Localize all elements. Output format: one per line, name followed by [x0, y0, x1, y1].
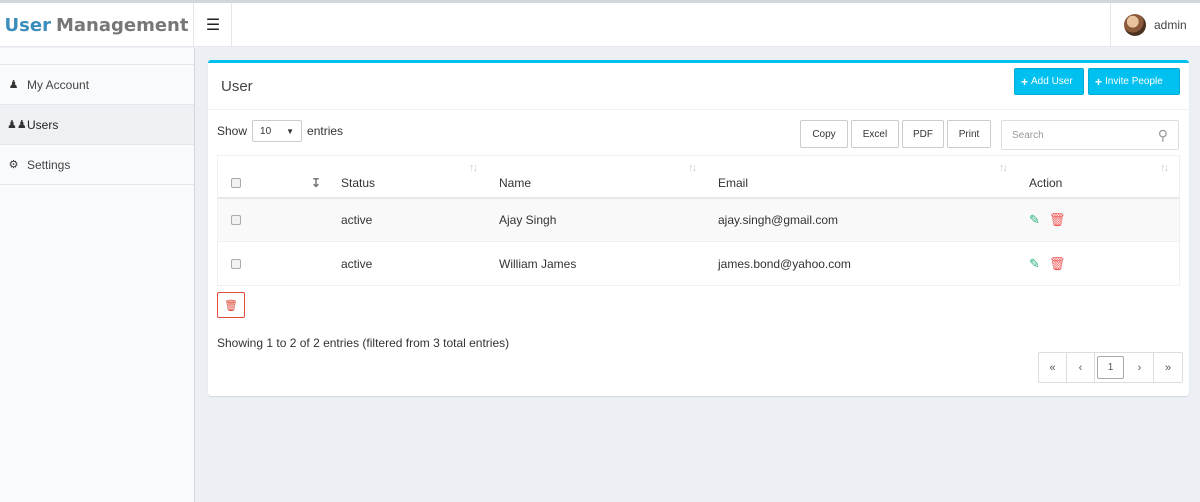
plus-icon: +: [1021, 74, 1029, 89]
logo-light-text: Management: [55, 14, 189, 36]
search-input[interactable]: Search ⚲: [1001, 120, 1179, 150]
status-cell: active: [341, 213, 373, 227]
bulk-delete-button[interactable]: 🗑: [217, 292, 245, 318]
trash-icon[interactable]: 🗑: [1049, 256, 1066, 272]
avatar: [1124, 14, 1146, 36]
box-title: User: [221, 78, 253, 95]
header: User Management ☰ admin: [0, 3, 1200, 47]
first-page-button[interactable]: «: [1039, 353, 1067, 382]
plus-icon: +: [1095, 74, 1103, 89]
length-control: Show 10 ▼ entries: [217, 120, 343, 142]
sort-icon[interactable]: ↑↓: [999, 162, 1008, 174]
page-1-button[interactable]: 1: [1097, 356, 1124, 379]
sidebar-item-label: Users: [27, 117, 59, 132]
row-checkbox[interactable]: [231, 199, 241, 241]
next-page-button[interactable]: ›: [1126, 353, 1154, 382]
entries-select[interactable]: 10 ▼: [252, 120, 303, 142]
entries-value: 10: [260, 125, 272, 137]
sort-icon[interactable]: ↑↓: [688, 162, 697, 174]
sidebar-item-label: Settings: [27, 157, 71, 172]
column-header-status[interactable]: Status: [341, 162, 375, 203]
pagination: « ‹ 1 › »: [1038, 352, 1183, 383]
app-logo[interactable]: User Management: [0, 3, 194, 47]
row-checkbox[interactable]: [231, 242, 241, 285]
trash-icon: 🗑: [224, 299, 238, 312]
table-row: active William James james.bond@yahoo.co…: [218, 242, 1179, 285]
sidebar: ♟ My Account ♟♟ Users ⚙ Settings: [0, 48, 195, 502]
pdf-button[interactable]: PDF: [902, 120, 944, 148]
add-user-button[interactable]: + Add User: [1014, 68, 1084, 95]
sort-icon[interactable]: ↑↓: [469, 162, 478, 174]
table-header-row: ↧ Status ↑↓ Name ↑↓ Email ↑↓ Action ↑↓: [218, 156, 1179, 199]
gears-icon: ⚙: [8, 159, 19, 171]
sort-icon[interactable]: ↑↓: [1160, 162, 1169, 174]
invite-people-label: Invite People: [1105, 76, 1163, 87]
email-cell: ajay.singh@gmail.com: [718, 213, 839, 227]
table-info: Showing 1 to 2 of 2 entries (filtered fr…: [217, 336, 510, 350]
table-row: active Ajay Singh ajay.singh@gmail.com ✎…: [218, 199, 1179, 242]
select-all-checkbox[interactable]: [231, 162, 241, 203]
column-header-name[interactable]: Name: [499, 162, 531, 203]
sidebar-item-settings[interactable]: ⚙ Settings: [0, 145, 194, 185]
sort-asc-icon[interactable]: ↧: [311, 162, 321, 203]
users-table: ↧ Status ↑↓ Name ↑↓ Email ↑↓ Action ↑↓ a…: [217, 155, 1180, 286]
print-button[interactable]: Print: [947, 120, 991, 148]
sidebar-spacer: [0, 48, 194, 65]
show-label: Show: [217, 124, 248, 138]
column-header-email[interactable]: Email: [718, 162, 748, 203]
action-cell: ✎ 🗑: [1029, 199, 1065, 241]
excel-button[interactable]: Excel: [851, 120, 899, 148]
users-icon: ♟♟: [7, 119, 27, 131]
trash-icon[interactable]: 🗑: [1049, 212, 1066, 228]
entries-label: entries: [307, 124, 344, 138]
action-cell: ✎ 🗑: [1029, 242, 1065, 285]
users-box: User + Add User + Invite People Show 10 …: [208, 60, 1189, 396]
copy-button[interactable]: Copy: [800, 120, 848, 148]
chevron-down-icon: ▼: [286, 126, 295, 136]
sidebar-item-users[interactable]: ♟♟ Users: [0, 105, 194, 145]
last-page-button[interactable]: »: [1154, 353, 1182, 382]
search-placeholder: Search: [1012, 129, 1044, 141]
name-cell: Ajay Singh: [499, 213, 557, 227]
add-user-label: Add User: [1031, 76, 1073, 87]
user-icon: ♟: [8, 79, 19, 91]
sidebar-item-label: My Account: [27, 77, 90, 92]
email-cell: james.bond@yahoo.com: [718, 256, 851, 271]
name-cell: William James: [499, 256, 577, 271]
hamburger-icon[interactable]: ☰: [195, 3, 232, 47]
edit-pencil-icon[interactable]: ✎: [1029, 256, 1040, 272]
prev-page-button[interactable]: ‹: [1067, 353, 1095, 382]
search-icon: ⚲: [1157, 126, 1168, 143]
status-cell: active: [341, 256, 373, 271]
edit-pencil-icon[interactable]: ✎: [1029, 212, 1040, 228]
box-header: User + Add User + Invite People: [208, 63, 1189, 110]
sidebar-item-my-account[interactable]: ♟ My Account: [0, 65, 194, 105]
invite-people-button[interactable]: + Invite People: [1088, 68, 1180, 95]
column-header-action[interactable]: Action: [1029, 162, 1062, 203]
logo-bold-text: User: [4, 14, 51, 36]
user-name: admin: [1154, 18, 1187, 32]
user-menu[interactable]: admin: [1110, 3, 1200, 47]
